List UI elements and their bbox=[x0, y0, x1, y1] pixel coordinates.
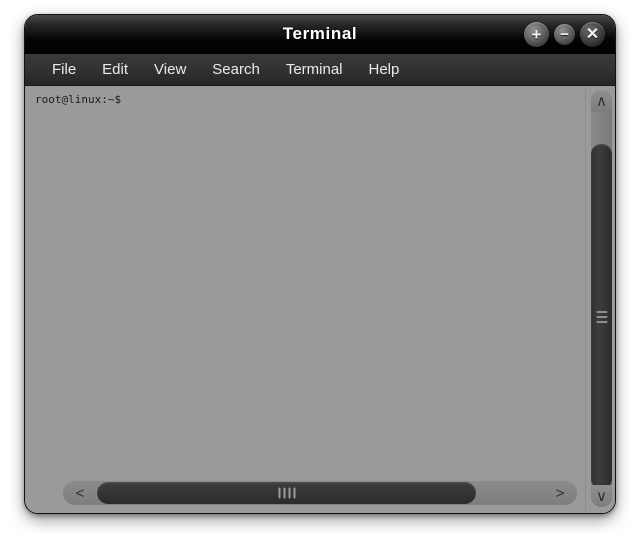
vertical-thumb-grip-icon bbox=[596, 310, 607, 323]
minus-icon: − bbox=[560, 26, 569, 43]
close-button[interactable]: ✕ bbox=[580, 22, 605, 47]
horizontal-scrollbar[interactable]: < > bbox=[63, 481, 577, 505]
scroll-down-icon[interactable]: ∨ bbox=[591, 485, 612, 507]
terminal-window: Terminal + − ✕ File Edit View Search Ter… bbox=[24, 14, 616, 514]
horizontal-thumb-grip-icon bbox=[278, 487, 296, 499]
plus-icon: + bbox=[531, 25, 542, 44]
scroll-up-icon[interactable]: ∧ bbox=[591, 90, 612, 112]
terminal-output-area[interactable]: root@linux:~$ bbox=[25, 86, 585, 513]
close-icon: ✕ bbox=[585, 25, 600, 43]
menu-item-view[interactable]: View bbox=[141, 58, 199, 81]
horizontal-scrollbar-thumb[interactable] bbox=[97, 482, 477, 504]
horizontal-scrollbar-track[interactable] bbox=[97, 481, 543, 505]
vertical-scrollbar-thumb[interactable] bbox=[591, 144, 612, 489]
menu-item-edit[interactable]: Edit bbox=[89, 58, 141, 81]
menu-bar: File Edit View Search Terminal Help bbox=[25, 54, 615, 86]
menu-item-file[interactable]: File bbox=[39, 58, 89, 81]
scroll-left-icon[interactable]: < bbox=[63, 481, 97, 505]
scroll-right-icon[interactable]: > bbox=[543, 481, 577, 505]
menu-item-search[interactable]: Search bbox=[199, 58, 273, 81]
minimize-button[interactable]: − bbox=[554, 24, 575, 45]
window-body: root@linux:~$ ∧ ∨ < > bbox=[25, 86, 615, 513]
vertical-scrollbar[interactable]: ∧ ∨ bbox=[585, 86, 615, 513]
menu-item-terminal[interactable]: Terminal bbox=[273, 58, 356, 81]
window-controls: + − ✕ bbox=[524, 22, 605, 47]
menu-item-help[interactable]: Help bbox=[356, 58, 413, 81]
screen: Terminal + − ✕ File Edit View Search Ter… bbox=[0, 0, 640, 533]
terminal-prompt-line: root@linux:~$ bbox=[35, 93, 122, 106]
maximize-button[interactable]: + bbox=[524, 22, 549, 47]
title-bar[interactable]: Terminal + − ✕ bbox=[25, 15, 615, 54]
